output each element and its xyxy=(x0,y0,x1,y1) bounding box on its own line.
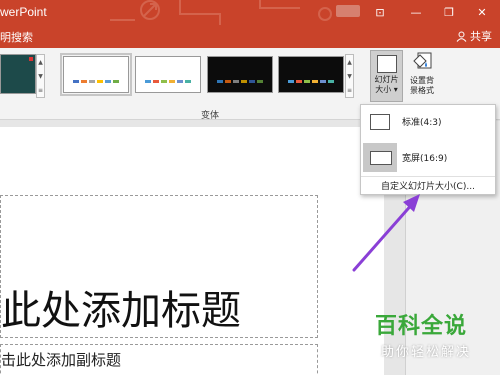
variant-color-swatch xyxy=(217,80,223,83)
menu-divider xyxy=(361,176,495,177)
watermark-sub: 助你轻松解决 xyxy=(381,345,472,360)
variant-color-swatch xyxy=(89,80,95,83)
ribbon-display-options-button[interactable]: ⊡ xyxy=(368,2,392,22)
title-bar: werPoint ⊡ — ❐ ✕ xyxy=(0,0,500,25)
scroll-up-icon[interactable]: ▲ xyxy=(347,59,352,66)
tell-me-search[interactable]: 明搜索 xyxy=(0,29,33,45)
paint-bucket-icon xyxy=(413,52,432,69)
slide-size-button[interactable]: 幻灯片 大小 ▾ xyxy=(370,50,403,102)
slide-icon xyxy=(376,55,397,73)
variant-color-swatch xyxy=(185,80,191,83)
variant-thumbnail[interactable] xyxy=(278,56,344,93)
slide-size-menu: 标准(4:3) 宽屏(16:9) 自定义幻灯片大小(C)... xyxy=(360,104,496,195)
watermark-main: 百科全说 xyxy=(375,314,468,339)
title-bar-decoration xyxy=(110,0,332,25)
person-icon xyxy=(456,31,467,42)
slide-canvas[interactable]: 此处添加标题 击此处添加副标题 xyxy=(0,127,384,375)
variant-color-swatch xyxy=(177,80,183,83)
variant-color-swatch xyxy=(233,80,239,83)
variant-color-swatch xyxy=(105,80,111,83)
widescreen-slide-icon xyxy=(370,150,392,165)
variant-thumbnail[interactable] xyxy=(60,53,132,96)
format-bg-label-1: 设置背 xyxy=(410,76,434,85)
variant-color-swatch xyxy=(169,80,175,83)
subtitle-placeholder[interactable]: 击此处添加副标题 xyxy=(0,344,318,375)
title-placeholder-text: 此处添加标题 xyxy=(1,288,241,334)
variant-color-swatch xyxy=(312,80,318,83)
user-avatar[interactable] xyxy=(336,5,360,17)
themes-gallery-scroll[interactable]: ▲ ▼ ≡ xyxy=(36,54,45,98)
menu-item-widescreen-label: 宽屏(16:9) xyxy=(402,154,448,164)
format-bg-label-2: 景格式 xyxy=(410,86,434,95)
variant-color-swatch xyxy=(145,80,151,83)
variant-color-swatch xyxy=(73,80,79,83)
format-background-button[interactable]: 设置背 景格式 xyxy=(404,52,440,102)
scroll-down-icon[interactable]: ▼ xyxy=(347,73,352,80)
title-placeholder[interactable]: 此处添加标题 xyxy=(0,195,318,338)
menu-item-widescreen[interactable]: 宽屏(16:9) xyxy=(362,142,495,173)
ribbon-tab-row: 明搜索 共享 xyxy=(0,25,500,48)
share-button[interactable]: 共享 xyxy=(456,28,492,44)
variant-color-swatch xyxy=(257,80,263,83)
standard-slide-icon xyxy=(370,113,390,130)
variant-thumbnail[interactable] xyxy=(207,56,273,93)
variant-color-swatch xyxy=(320,80,326,83)
subtitle-placeholder-text: 击此处添加副标题 xyxy=(1,351,122,369)
variant-color-swatch xyxy=(241,80,247,83)
app-title: werPoint xyxy=(0,5,47,19)
close-button[interactable]: ✕ xyxy=(470,2,494,22)
scroll-down-icon[interactable]: ▼ xyxy=(38,73,43,80)
annotation-arrow xyxy=(352,194,420,272)
variant-color-swatch xyxy=(153,80,159,83)
variant-color-swatch xyxy=(225,80,231,83)
watermark: 百科全说 助你轻松解决 xyxy=(375,313,493,360)
variants-group-label: 变体 xyxy=(200,111,219,121)
minimize-button[interactable]: — xyxy=(404,2,428,22)
variant-color-swatch xyxy=(296,80,302,83)
variant-color-swatch xyxy=(288,80,294,83)
theme-thumbnail[interactable] xyxy=(0,54,36,94)
more-icon[interactable]: ≡ xyxy=(38,87,43,94)
variant-color-swatch xyxy=(161,80,167,83)
share-label: 共享 xyxy=(470,30,492,43)
variant-thumbnail[interactable] xyxy=(135,56,201,93)
slide-size-label-1: 幻灯片 xyxy=(374,75,399,84)
variants-gallery-scroll[interactable]: ▲ ▼ ≡ xyxy=(345,54,354,98)
variant-color-swatch xyxy=(81,80,87,83)
restore-button[interactable]: ❐ xyxy=(437,2,461,22)
slide-size-label-2: 大小 ▾ xyxy=(375,85,398,94)
menu-item-standard-label: 标准(4:3) xyxy=(402,118,442,128)
variant-color-swatch xyxy=(304,80,310,83)
variant-color-swatch xyxy=(97,80,103,83)
menu-item-standard[interactable]: 标准(4:3) xyxy=(362,106,495,137)
variant-color-swatch xyxy=(249,80,255,83)
variant-color-swatch xyxy=(328,80,334,83)
variant-color-swatch xyxy=(113,80,119,83)
more-icon[interactable]: ≡ xyxy=(347,87,352,94)
scroll-up-icon[interactable]: ▲ xyxy=(38,59,43,66)
